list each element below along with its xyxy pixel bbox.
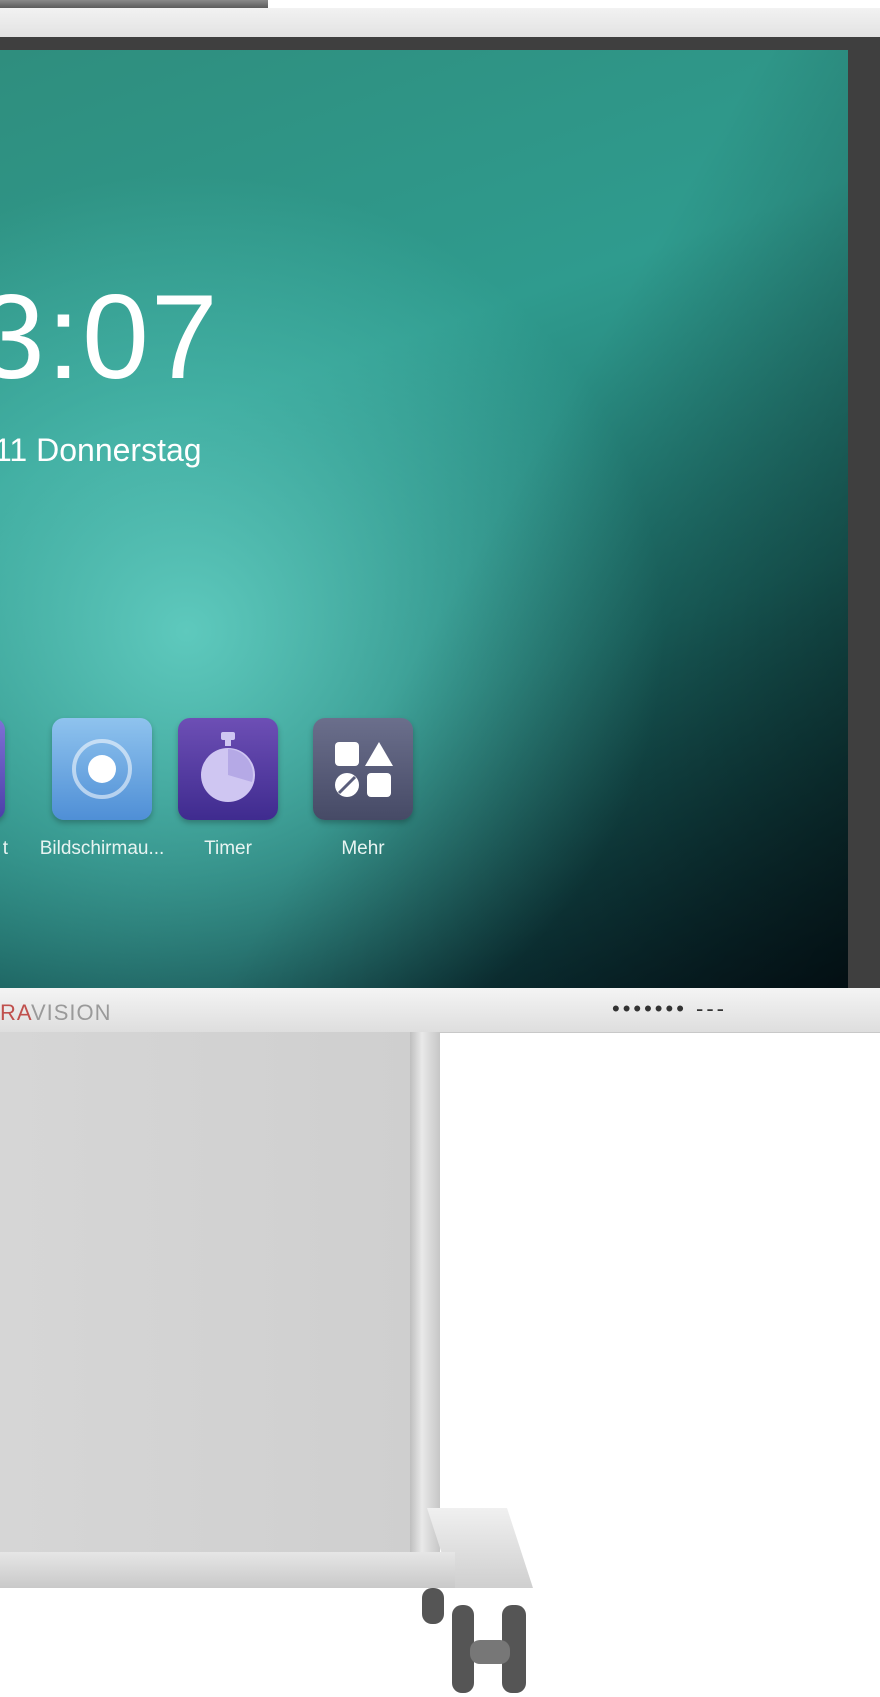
app-partial[interactable]: t — [0, 718, 10, 860]
caster-wheel-left — [422, 1588, 444, 1624]
stand-panel — [0, 1032, 410, 1552]
front-panel-indicators: ••••••• --- — [612, 996, 728, 1021]
app-label: Mehr — [341, 838, 385, 859]
stopwatch-icon — [178, 718, 278, 820]
partial-app-icon — [0, 718, 5, 820]
more-apps-icon — [313, 718, 413, 820]
caster-hub — [470, 1640, 510, 1664]
app-label: Timer — [204, 838, 252, 859]
app-timer[interactable]: Timer — [173, 718, 283, 860]
screensaver-icon — [52, 718, 152, 820]
brand-name: VISION — [30, 1000, 112, 1025]
date-label: 11 Donnerstag — [0, 432, 202, 468]
app-label: Bildschirmau... — [39, 838, 165, 859]
app-more[interactable]: Mehr — [308, 718, 418, 860]
brand-accent: RA — [0, 1000, 31, 1025]
stand-base — [0, 1552, 455, 1588]
app-screensaver[interactable]: Bildschirmau... — [40, 718, 164, 860]
soundbar-accessory — [0, 0, 268, 8]
home-screen: 3:07 11 Donnerstag t Bildschirmau... Tim… — [0, 50, 848, 988]
clock-time: 3:07 — [0, 270, 220, 404]
brand-logo: RAVISION — [0, 1000, 112, 1026]
monitor-top-rail — [0, 8, 880, 39]
app-label: t — [2, 838, 8, 859]
stand-post — [410, 1032, 440, 1552]
bottom-bezel: RAVISION ••••••• --- — [0, 988, 880, 1033]
